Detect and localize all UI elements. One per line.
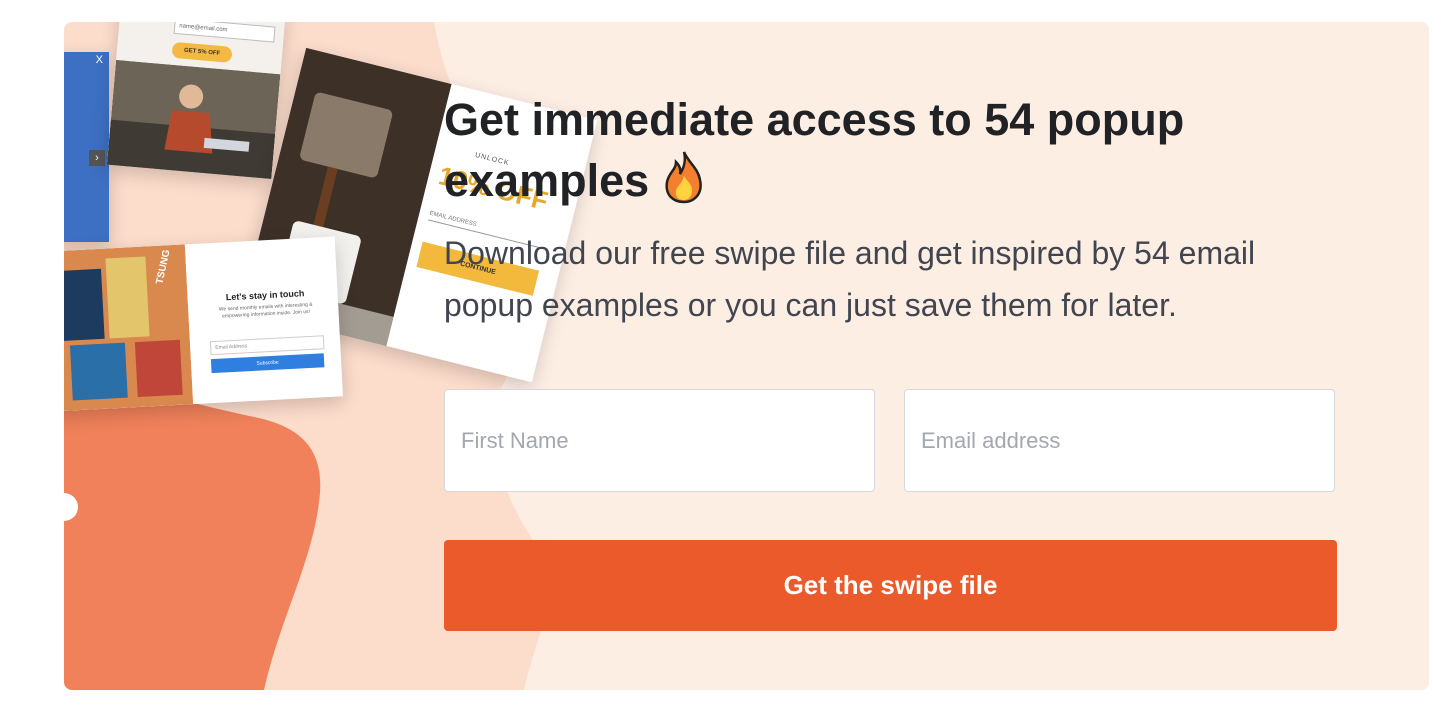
signup-card: X › name@email.com GET 5% OFF UNLOCK 10%… xyxy=(64,22,1429,690)
popup-title: Let's stay in touch xyxy=(225,288,305,303)
popup-body: We send monthly emails with interesting … xyxy=(218,301,313,320)
popup-example-photo: name@email.com GET 5% OFF xyxy=(106,22,287,179)
email-field-mock: name@email.com xyxy=(173,22,276,43)
discount-button-mock: GET 5% OFF xyxy=(171,41,233,63)
email-field-mock: Email Address xyxy=(209,335,325,356)
signup-content: Get immediate access to 54 popup example… xyxy=(444,22,1354,690)
close-icon: X xyxy=(95,54,103,66)
headline-text: Get immediate access to 54 popup example… xyxy=(444,94,1185,206)
first-name-field[interactable] xyxy=(444,389,875,492)
chevron-right-icon: › xyxy=(89,150,105,166)
product-photo xyxy=(64,244,194,412)
subscribe-button-mock: Subscribe xyxy=(210,353,325,374)
fire-icon xyxy=(662,150,706,219)
popup-example-blue: X › xyxy=(64,52,109,242)
get-swipe-file-button[interactable]: Get the swipe file xyxy=(444,540,1337,631)
email-field[interactable] xyxy=(904,389,1335,492)
page-title: Get immediate access to 54 popup example… xyxy=(444,90,1304,219)
popup-example-newsletter: TSUNG Let's stay in touch We send monthl… xyxy=(64,236,343,412)
person-photo xyxy=(106,59,281,179)
page-subtitle: Download our free swipe file and get ins… xyxy=(444,235,1256,323)
